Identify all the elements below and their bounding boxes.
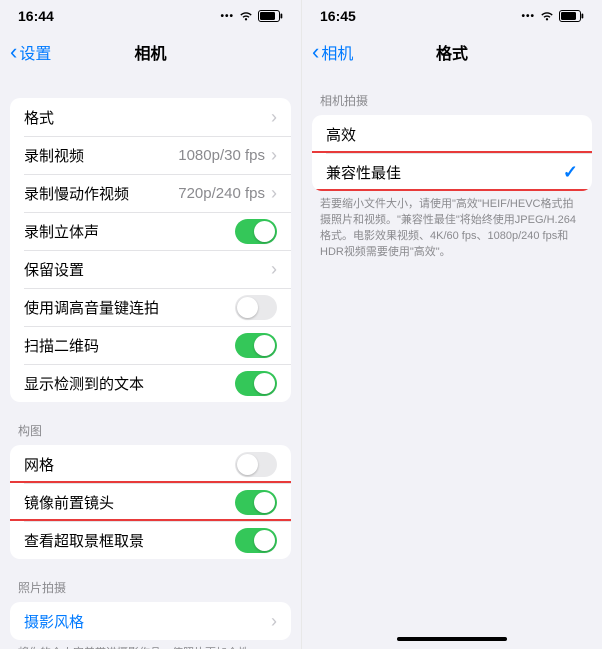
status-time: 16:45 (320, 8, 356, 24)
group-header-capture: 相机拍摄 (302, 72, 602, 115)
cellular-icon: ••• (521, 11, 535, 22)
status-bar: 16:44 ••• (0, 6, 301, 26)
chevron-right-icon: › (271, 183, 277, 204)
back-label: 设置 (19, 40, 51, 64)
right-phone: 16:45 ••• ‹ 相机 格式 相机拍摄 高效兼容性最佳✓ (301, 0, 602, 649)
row-label: 兼容性最佳 (326, 162, 563, 183)
chevron-right-icon: › (271, 107, 277, 128)
settings-row[interactable]: 录制慢动作视频720p/240 fps › (10, 174, 291, 212)
wifi-icon (539, 10, 555, 22)
toggle-switch[interactable] (235, 528, 277, 553)
toggle-knob (254, 492, 275, 513)
row-label: 使用调高音量键连拍 (24, 297, 235, 318)
row-label: 高效 (326, 124, 578, 145)
settings-list-1: 格式›录制视频1080p/30 fps›录制慢动作视频720p/240 fps›… (10, 98, 291, 402)
toggle-knob (254, 221, 275, 242)
chevron-left-icon: ‹ (10, 41, 17, 63)
settings-row[interactable]: 摄影风格› (10, 602, 291, 640)
settings-row[interactable]: 录制视频1080p/30 fps › (10, 136, 291, 174)
toggle-knob (237, 297, 258, 318)
settings-list-3: 摄影风格› (10, 602, 291, 640)
chevron-left-icon: ‹ (312, 41, 319, 63)
settings-row[interactable]: 网格 (10, 445, 291, 483)
row-detail: 720p/240 fps (178, 185, 265, 202)
back-button[interactable]: ‹ 相机 (312, 40, 353, 64)
settings-row[interactable]: 高效 (312, 115, 592, 153)
settings-row[interactable]: 查看超取景框取景 (10, 521, 291, 559)
settings-row[interactable]: 格式› (10, 98, 291, 136)
nav-header: ‹ 相机 格式 (302, 32, 602, 72)
battery-icon (258, 10, 283, 22)
row-label: 保留设置 (24, 259, 271, 280)
group3-footer: 将你的个人审美带进摄影作品，使照片更加个性化。"摄影风格"使用先进的场景理解技术… (0, 640, 301, 649)
row-label: 录制立体声 (24, 221, 235, 242)
toggle-switch[interactable] (235, 219, 277, 244)
toggle-knob (254, 530, 275, 551)
settings-list-2: 网格镜像前置镜头查看超取景框取景 (10, 445, 291, 559)
toggle-switch[interactable] (235, 295, 277, 320)
row-label: 网格 (24, 454, 235, 475)
settings-row[interactable]: 保留设置› (10, 250, 291, 288)
group-header-composition: 构图 (0, 402, 301, 445)
settings-row[interactable]: 兼容性最佳✓ (312, 153, 592, 191)
row-detail: 1080p/30 fps (178, 147, 265, 164)
nav-header: ‹ 设置 相机 (0, 32, 301, 72)
left-phone: 16:44 ••• ‹ 设置 相机 格式›录制视频1080p/30 fps›录制… (0, 0, 301, 649)
toggle-knob (254, 373, 275, 394)
wifi-icon (238, 10, 254, 22)
toggle-switch[interactable] (235, 452, 277, 477)
row-label: 摄影风格 (24, 611, 271, 632)
row-label: 查看超取景框取景 (24, 530, 235, 551)
status-right: ••• (220, 10, 283, 22)
home-indicator (397, 637, 507, 641)
settings-row[interactable]: 录制立体声 (10, 212, 291, 250)
group1-footer: 若要缩小文件大小，请使用"高效"HEIF/HEVC格式拍摄照片和视频。"兼容性最… (302, 191, 602, 261)
chevron-right-icon: › (271, 611, 277, 632)
settings-row[interactable]: 扫描二维码 (10, 326, 291, 364)
cellular-icon: ••• (220, 11, 234, 22)
row-label: 录制视频 (24, 145, 178, 166)
status-time: 16:44 (18, 8, 54, 24)
settings-row[interactable]: 使用调高音量键连拍 (10, 288, 291, 326)
chevron-right-icon: › (271, 259, 277, 280)
row-label: 录制慢动作视频 (24, 183, 178, 204)
toggle-switch[interactable] (235, 490, 277, 515)
chevron-right-icon: › (271, 145, 277, 166)
toggle-knob (237, 454, 258, 475)
row-label: 镜像前置镜头 (24, 492, 235, 513)
settings-row[interactable]: 显示检测到的文本 (10, 364, 291, 402)
check-icon: ✓ (563, 162, 578, 183)
battery-icon (559, 10, 584, 22)
row-label: 显示检测到的文本 (24, 373, 235, 394)
back-label: 相机 (321, 40, 353, 64)
status-bar: 16:45 ••• (302, 6, 602, 26)
toggle-switch[interactable] (235, 371, 277, 396)
status-right: ••• (521, 10, 584, 22)
row-label: 格式 (24, 107, 271, 128)
format-list: 高效兼容性最佳✓ (312, 115, 592, 191)
toggle-switch[interactable] (235, 333, 277, 358)
group-header-photo: 照片拍摄 (0, 559, 301, 602)
row-label: 扫描二维码 (24, 335, 235, 356)
toggle-knob (254, 335, 275, 356)
back-button[interactable]: ‹ 设置 (10, 40, 51, 64)
settings-row[interactable]: 镜像前置镜头 (10, 483, 291, 521)
